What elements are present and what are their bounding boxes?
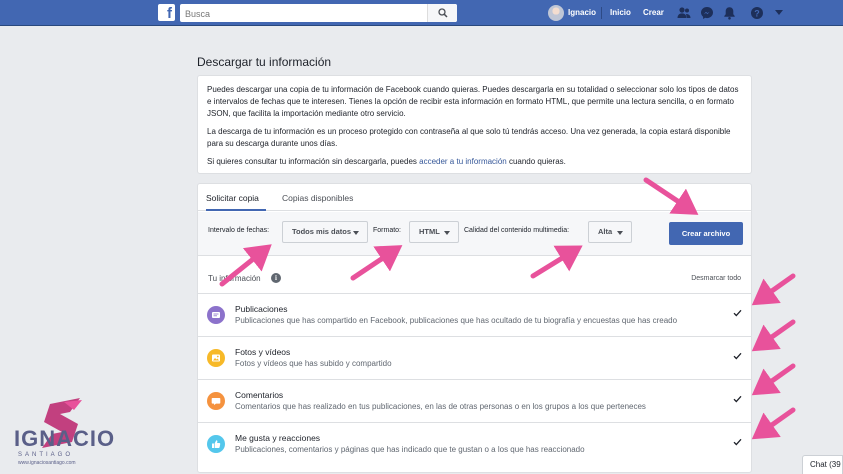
chevron-down-icon [353,231,359,235]
checkmark-icon[interactable] [733,438,742,446]
your-information-label: Tu información [208,274,261,283]
like-icon [207,435,225,453]
tab-available-copies[interactable]: Copias disponibles [282,193,353,203]
arrow-to-check-2 [751,319,796,352]
date-range-label: Intervalo de fechas: [208,227,270,234]
media-quality-dropdown[interactable]: Alta [588,221,632,243]
access-your-info-link[interactable]: acceder a tu información [419,157,507,166]
info-card: Puedes descargar una copia de tu informa… [197,75,752,174]
category-description: Fotos y vídeos que has subido y comparti… [235,359,392,368]
comments-icon [207,392,225,410]
create-file-button[interactable]: Crear archivo [669,222,743,245]
avatar[interactable] [548,5,564,21]
date-range-dropdown[interactable]: Todos mis datos [282,221,368,243]
checkmark-icon[interactable] [733,395,742,403]
home-link[interactable]: Inicio [610,8,631,17]
notifications-icon[interactable] [723,6,736,20]
format-dropdown[interactable]: HTML [409,221,459,243]
active-tab-indicator [206,209,266,211]
checkmark-icon[interactable] [733,309,742,317]
category-row-likes-reactions[interactable]: Me gusta y reacciones Publicaciones, com… [198,422,751,465]
category-row-comments[interactable]: Comentarios Comentarios que has realizad… [198,379,751,422]
category-row-photos-videos[interactable]: Fotos y vídeos Fotos y vídeos que has su… [198,336,751,379]
category-row-posts[interactable]: Publicaciones Publicaciones que has comp… [198,293,751,336]
profile-link[interactable]: Ignacio [568,8,596,17]
media-quality-label: Calidad del contenido multimedia: [464,227,570,234]
request-copy-card: Solicitar copia Copias disponibles Inter… [197,183,752,473]
create-link[interactable]: Crear [643,8,664,17]
info-icon[interactable]: i [271,273,281,283]
search-button[interactable] [427,4,457,22]
search-icon [438,8,448,18]
arrow-to-check-3 [751,363,796,396]
format-value: HTML [419,227,440,236]
nav-divider [601,7,602,19]
help-icon[interactable]: ? [750,6,764,20]
brand-subtitle: SANTIAGO [18,452,74,458]
category-title: Me gusta y reacciones [235,433,321,443]
category-title: Publicaciones [235,304,288,314]
info-paragraph-2: La descarga de tu información es un proc… [207,127,731,148]
category-title: Fotos y vídeos [235,347,291,357]
arrow-to-check-4 [751,407,796,440]
checkmark-icon[interactable] [733,352,742,360]
date-range-value: Todos mis datos [292,227,352,236]
info-paragraph-1: Puedes descargar una copia de tu informa… [207,85,739,118]
category-description: Comentarios que has realizado en tus pub… [235,402,646,411]
info-text: cuando quieras. [506,157,566,166]
search-input[interactable] [180,5,420,23]
brand-name: IGNACIO [14,426,116,451]
friends-icon[interactable] [677,6,691,19]
chevron-down-icon [617,231,623,235]
chat-tab[interactable]: Chat (39 [802,455,843,474]
facebook-logo-icon[interactable]: f [158,4,175,21]
media-quality-value: Alta [598,227,613,236]
category-title: Comentarios [235,390,284,400]
top-navigation-bar: f Ignacio Inicio Crear ? [0,0,843,26]
photos-icon [207,349,225,367]
category-description: Publicaciones que has compartido en Face… [235,316,678,325]
messenger-icon[interactable] [700,6,714,20]
brand-url: www.ignaciosantiago.com [18,460,76,466]
tab-request-copy[interactable]: Solicitar copia [206,193,259,203]
posts-icon [207,306,225,324]
tab-bar: Solicitar copia Copias disponibles [198,184,751,211]
menu-caret-icon[interactable] [775,10,783,16]
category-description: Publicaciones, comentarios y páginas que… [235,445,585,454]
filters-bar: Intervalo de fechas: Todos mis datos For… [198,212,751,256]
arrow-to-check-1 [751,273,796,306]
svg-text:?: ? [754,8,760,18]
page-title: Descargar tu información [197,55,332,69]
chevron-down-icon [444,231,450,235]
format-label: Formato: [373,227,402,234]
deselect-all-link[interactable]: Desmarcar todo [691,275,741,282]
info-paragraph-3: Si quieres consultar tu información sin … [207,156,742,168]
search-box [180,4,457,23]
info-text: Si quieres consultar tu información sin … [207,157,420,166]
